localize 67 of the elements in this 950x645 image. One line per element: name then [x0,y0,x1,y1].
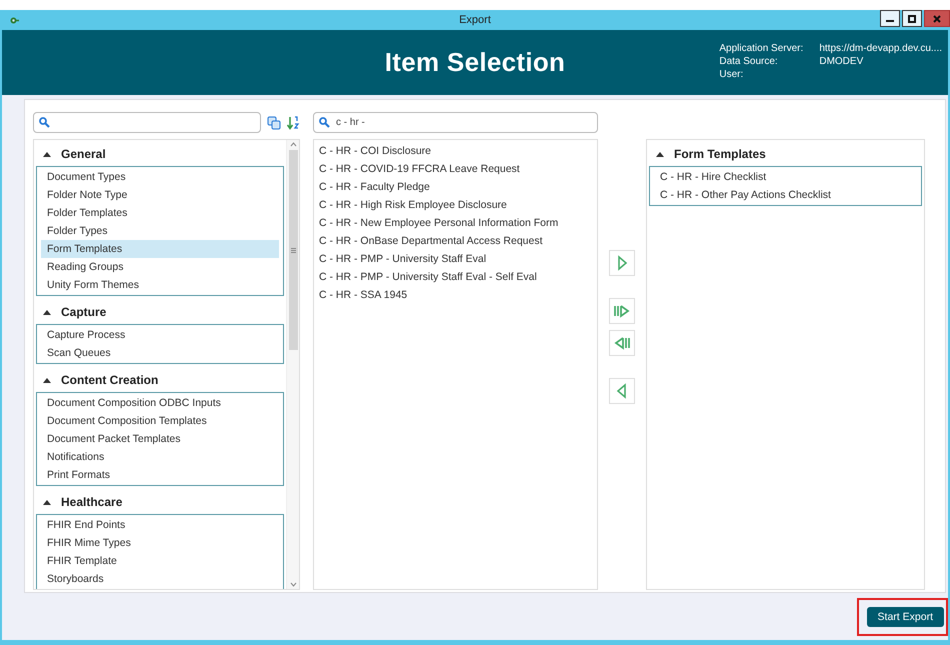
selected-item[interactable]: C - HR - Other Pay Actions Checklist [654,186,917,204]
group-header[interactable]: Form Templates [674,147,766,161]
minimize-button[interactable] [880,10,900,27]
close-button[interactable] [924,10,950,27]
start-export-button[interactable]: Start Export [866,606,944,626]
category-item[interactable]: Folder Templates [41,204,279,222]
info-label: Data Source: [719,55,779,68]
available-item[interactable]: C - HR - COVID-19 FFCRA Leave Request [314,160,597,178]
category-item[interactable]: Document Packet Templates [41,430,279,448]
category-item[interactable]: Scan Queues [41,344,279,362]
available-item[interactable]: C - HR - SSA 1945 [314,286,597,304]
search-icon [319,117,330,128]
category-item[interactable]: Document Composition Templates [41,412,279,430]
copy-icon[interactable] [267,116,281,130]
category-item[interactable]: Folder Note Type [41,186,279,204]
maximize-button[interactable] [902,10,922,27]
category-item[interactable]: Capture Process [41,326,279,344]
selected-item[interactable]: C - HR - Hire Checklist [654,168,917,186]
collapse-caret-icon[interactable] [43,500,51,504]
category-item[interactable]: Document Types [41,168,279,186]
move-left-button[interactable] [609,378,635,404]
group-header[interactable]: Content Creation [61,373,158,387]
category-item[interactable]: FHIR End Points [41,516,279,534]
move-right-button[interactable] [609,250,635,276]
collapse-caret-icon[interactable] [43,152,51,156]
category-item[interactable]: Unity Form Themes [41,276,279,294]
category-item[interactable]: FHIR Template [41,552,279,570]
page-title: Item Selection [384,47,566,78]
move-all-left-button[interactable] [609,330,635,356]
scroll-up-icon[interactable] [290,140,296,148]
available-item[interactable]: C - HR - PMP - University Staff Eval [314,250,597,268]
grip-icon [290,248,296,252]
available-item[interactable]: C - HR - OnBase Departmental Access Request [314,232,597,250]
item-search-field[interactable]: c - hr - [313,112,598,133]
available-item[interactable]: C - HR - COI Disclosure [314,142,597,160]
available-item[interactable]: C - HR - Faculty Pledge [314,178,597,196]
maximize-icon [908,14,916,22]
group-header[interactable]: Healthcare [61,495,122,509]
info-label: Application Server: [719,42,804,55]
category-item[interactable]: Folder Types [41,222,279,240]
info-label: User: [719,68,744,81]
category-item[interactable]: Storyboards [41,570,279,588]
category-item[interactable]: Print Formats [41,466,279,484]
available-item[interactable]: C - HR - New Employee Personal Information Form [314,214,597,232]
app-icon [10,16,19,24]
close-icon [933,14,941,22]
window-title: Export [459,13,491,28]
move-all-right-button[interactable] [609,298,635,324]
category-item[interactable]: Document Composition ODBC Inputs [41,394,279,412]
available-item[interactable]: C - HR - High Risk Employee Disclosure [314,196,597,214]
sort-icon[interactable] [287,116,300,130]
group-header[interactable]: General [61,147,106,161]
collapse-caret-icon[interactable] [43,378,51,382]
collapse-caret-icon[interactable] [656,152,664,156]
info-value: https://dm-devapp.dev.cu.... [819,42,942,55]
info-value: DMODEV [819,55,864,68]
search-icon [39,117,50,128]
category-item[interactable]: Reading Groups [41,258,279,276]
category-search-field[interactable] [33,112,261,133]
category-item[interactable]: Notifications [41,448,279,466]
scroll-down-icon[interactable] [290,581,296,589]
collapse-caret-icon[interactable] [43,310,51,314]
scrollbar[interactable] [286,140,299,589]
group-header[interactable]: Capture [61,305,106,319]
category-item[interactable]: Form Templates [41,240,279,258]
category-item[interactable]: FHIR Mime Types [41,534,279,552]
available-item[interactable]: C - HR - PMP - University Staff Eval - Self Eval [314,268,597,286]
